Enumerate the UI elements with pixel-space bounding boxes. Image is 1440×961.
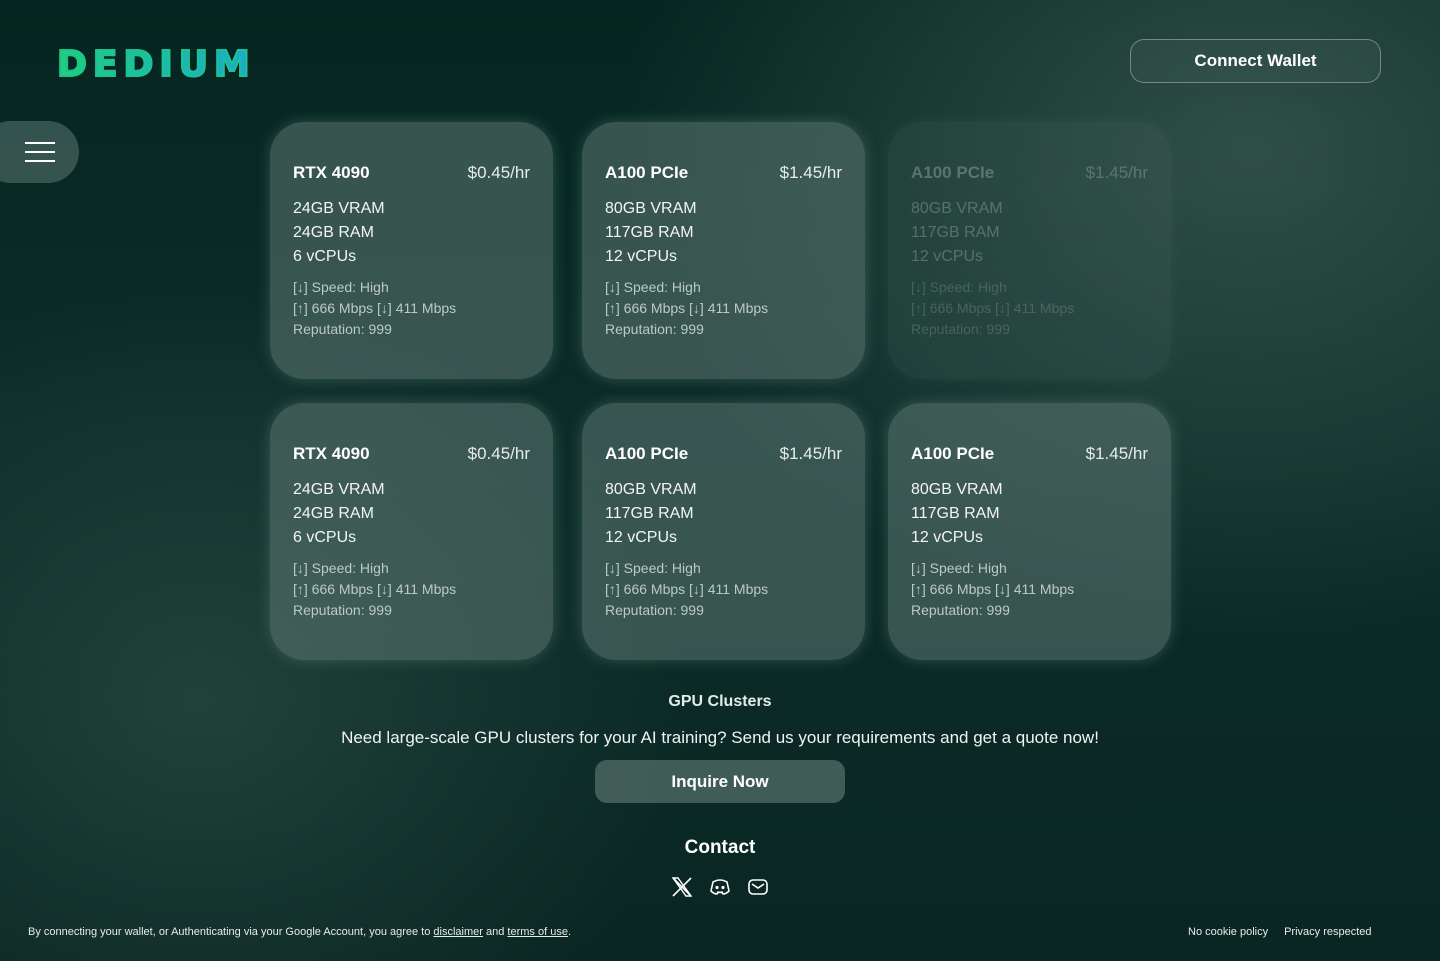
gpu-name: A100 PCIe (605, 444, 689, 463)
gpu-card-a100-pcie-faded[interactable]: A100 PCIe $1.45/hr 80GB VRAM 117GB RAM 1… (888, 122, 1171, 379)
gpu-price: $1.45/hr (1085, 444, 1148, 463)
speed-info: [↓] Speed: High (911, 560, 1007, 576)
and-text: and (486, 926, 505, 938)
footer-disclaimer: By connecting your wallet, or Authentica… (28, 926, 571, 938)
no-cookie-policy[interactable]: No cookie policy (1188, 926, 1268, 938)
dedium-logo[interactable]: DEDIUM (56, 43, 256, 86)
gpu-clusters-title: GPU Clusters (668, 693, 772, 710)
cpu-spec: 12 vCPUs (605, 529, 678, 546)
bandwidth-info: [↑] 666 Mbps [↓] 411 Mbps (605, 581, 769, 597)
bandwidth-info: [↑] 666 Mbps [↓] 411 Mbps (293, 300, 457, 316)
reputation-info: Reputation: 999 (911, 321, 1010, 337)
ram-spec: 117GB RAM (605, 224, 694, 241)
ram-spec: 117GB RAM (911, 505, 1000, 522)
cpu-spec: 12 vCPUs (605, 248, 678, 265)
bandwidth-info: [↑] 666 Mbps [↓] 411 Mbps (911, 581, 1075, 597)
bandwidth-info: [↑] 666 Mbps [↓] 411 Mbps (605, 300, 769, 316)
gpu-name: A100 PCIe (911, 163, 995, 182)
vram-spec: 24GB VRAM (293, 481, 385, 498)
speed-info: [↓] Speed: High (911, 279, 1007, 295)
gpu-name: RTX 4090 (293, 163, 370, 182)
gpu-name: A100 PCIe (911, 444, 995, 463)
speed-info: [↓] Speed: High (605, 279, 701, 295)
speed-info: [↓] Speed: High (293, 560, 389, 576)
cpu-spec: 6 vCPUs (293, 248, 357, 265)
speed-info: [↓] Speed: High (293, 279, 389, 295)
disclaimer-link[interactable]: disclaimer (433, 926, 483, 938)
discord-icon[interactable] (708, 875, 732, 899)
inquire-now-button[interactable]: Inquire Now (595, 760, 845, 803)
gpu-card-a100-pcie[interactable]: A100 PCIe $1.45/hr 80GB VRAM 117GB RAM 1… (582, 122, 865, 379)
cpu-spec: 12 vCPUs (911, 248, 984, 265)
reputation-info: Reputation: 999 (293, 321, 392, 337)
reputation-info: Reputation: 999 (911, 602, 1010, 618)
cpu-spec: 12 vCPUs (911, 529, 984, 546)
footer-policies: No cookie policy Privacy respected (1188, 926, 1372, 938)
gpu-price: $0.45/hr (467, 163, 530, 182)
gpu-card-rtx-4090[interactable]: RTX 4090 $0.45/hr 24GB VRAM 24GB RAM 6 v… (270, 403, 553, 660)
social-links (670, 875, 770, 899)
ram-spec: 117GB RAM (605, 505, 694, 522)
connect-wallet-button[interactable]: Connect Wallet (1130, 39, 1381, 83)
period-text: . (567, 926, 572, 938)
bandwidth-info: [↑] 666 Mbps [↓] 411 Mbps (911, 300, 1075, 316)
gpu-card-rtx-4090[interactable]: RTX 4090 $0.45/hr 24GB VRAM 24GB RAM 6 v… (270, 122, 553, 379)
reputation-info: Reputation: 999 (605, 321, 704, 337)
ram-spec: 24GB RAM (293, 224, 374, 241)
terms-of-use-link[interactable]: terms of use (507, 926, 568, 938)
speed-info: [↓] Speed: High (605, 560, 701, 576)
vram-spec: 80GB VRAM (605, 200, 697, 217)
contact-title: Contact (684, 837, 756, 858)
privacy-respected[interactable]: Privacy respected (1284, 926, 1371, 938)
gpu-price: $1.45/hr (779, 163, 842, 182)
disclaimer-text: By connecting your wallet, or Authentica… (28, 926, 431, 938)
menu-button[interactable] (0, 121, 79, 183)
x-icon[interactable] (670, 875, 694, 899)
gpu-name: A100 PCIe (605, 163, 689, 182)
ram-spec: 117GB RAM (911, 224, 1000, 241)
vram-spec: 24GB VRAM (293, 200, 385, 217)
gpu-card-a100-pcie[interactable]: A100 PCIe $1.45/hr 80GB VRAM 117GB RAM 1… (582, 403, 865, 660)
vram-spec: 80GB VRAM (605, 481, 697, 498)
reputation-info: Reputation: 999 (605, 602, 704, 618)
hamburger-icon (24, 142, 55, 162)
reputation-info: Reputation: 999 (293, 602, 392, 618)
gpu-clusters-description: Need large-scale GPU clusters for your A… (341, 728, 1099, 747)
gpu-name: RTX 4090 (293, 444, 370, 463)
cpu-spec: 6 vCPUs (293, 529, 357, 546)
gpu-price: $0.45/hr (467, 444, 530, 463)
gpu-card-a100-pcie[interactable]: A100 PCIe $1.45/hr 80GB VRAM 117GB RAM 1… (888, 403, 1171, 660)
vram-spec: 80GB VRAM (911, 200, 1003, 217)
gpu-price: $1.45/hr (1085, 163, 1148, 182)
vram-spec: 80GB VRAM (911, 481, 1003, 498)
bandwidth-info: [↑] 666 Mbps [↓] 411 Mbps (293, 581, 457, 597)
ram-spec: 24GB RAM (293, 505, 374, 522)
gpu-price: $1.45/hr (779, 444, 842, 463)
mail-icon[interactable] (746, 875, 770, 899)
